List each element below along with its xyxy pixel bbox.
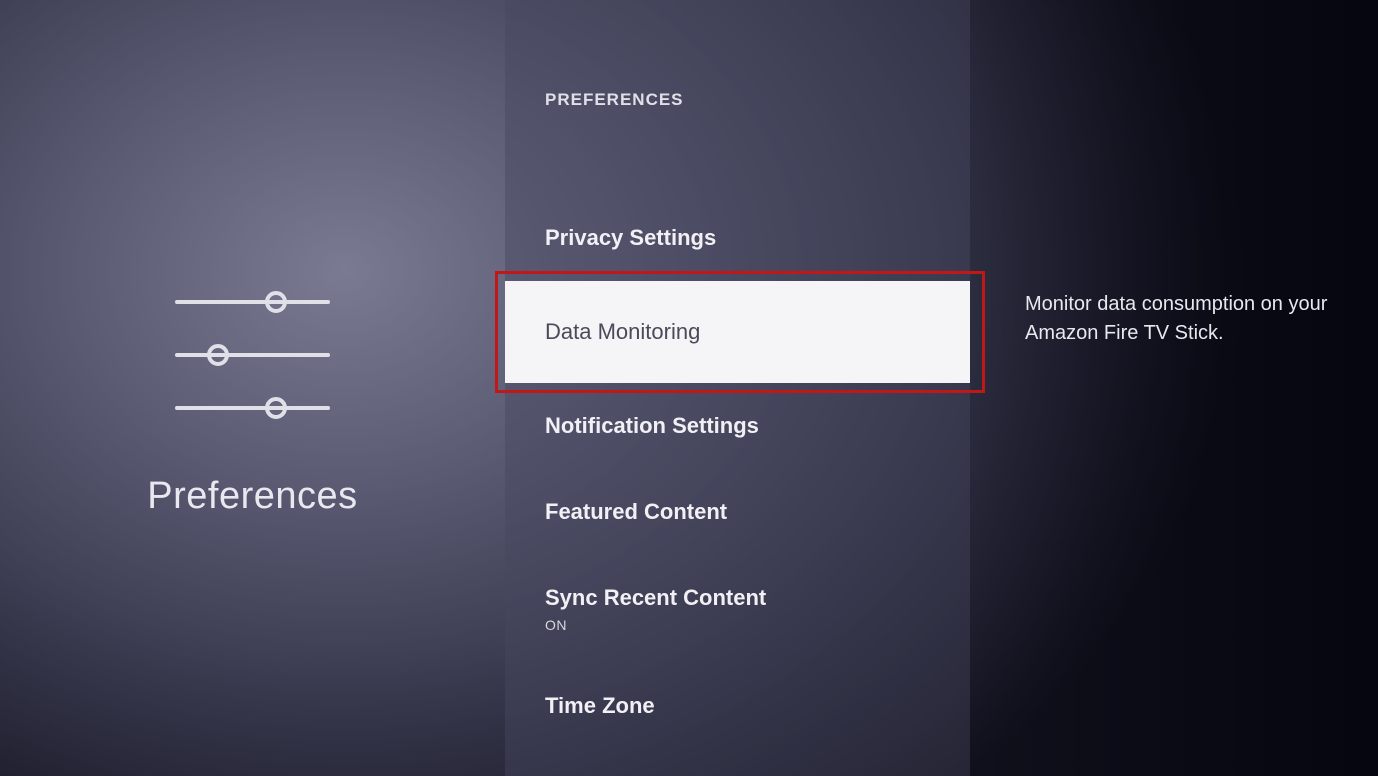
menu-item-label: Featured Content: [545, 499, 727, 524]
menu-list: Privacy Settings Data Monitoring Notific…: [505, 195, 970, 749]
menu-item-label: Privacy Settings: [545, 225, 716, 250]
menu-item-time-zone[interactable]: Time Zone: [505, 663, 970, 749]
menu-item-subvalue: ON: [545, 617, 930, 633]
slider-knob: [207, 344, 229, 366]
description-panel: Monitor data consumption on your Amazon …: [970, 0, 1378, 776]
menu-item-label: Data Monitoring: [545, 319, 700, 344]
left-panel: Preferences: [0, 0, 505, 776]
menu-panel: PREFERENCES Privacy Settings Data Monito…: [505, 0, 970, 776]
slider-knob: [265, 397, 287, 419]
slider-line-3: [175, 406, 330, 410]
slider-line-1: [175, 300, 330, 304]
menu-item-label: Notification Settings: [545, 413, 759, 438]
slider-line-2: [175, 353, 330, 357]
menu-item-sync-recent-content[interactable]: Sync Recent Content ON: [505, 555, 970, 663]
settings-screen: Preferences PREFERENCES Privacy Settings…: [0, 0, 1378, 776]
sliders-icon: [175, 300, 330, 410]
menu-item-label: Time Zone: [545, 693, 655, 718]
item-description: Monitor data consumption on your Amazon …: [1025, 290, 1338, 348]
menu-item-featured-content[interactable]: Featured Content: [505, 469, 970, 555]
section-header: PREFERENCES: [505, 90, 970, 110]
slider-knob: [265, 291, 287, 313]
menu-item-notification-settings[interactable]: Notification Settings: [505, 383, 970, 469]
panel-title: Preferences: [147, 475, 357, 518]
menu-item-privacy-settings[interactable]: Privacy Settings: [505, 195, 970, 281]
menu-item-label: Sync Recent Content: [545, 585, 766, 610]
menu-item-data-monitoring[interactable]: Data Monitoring: [505, 281, 970, 383]
